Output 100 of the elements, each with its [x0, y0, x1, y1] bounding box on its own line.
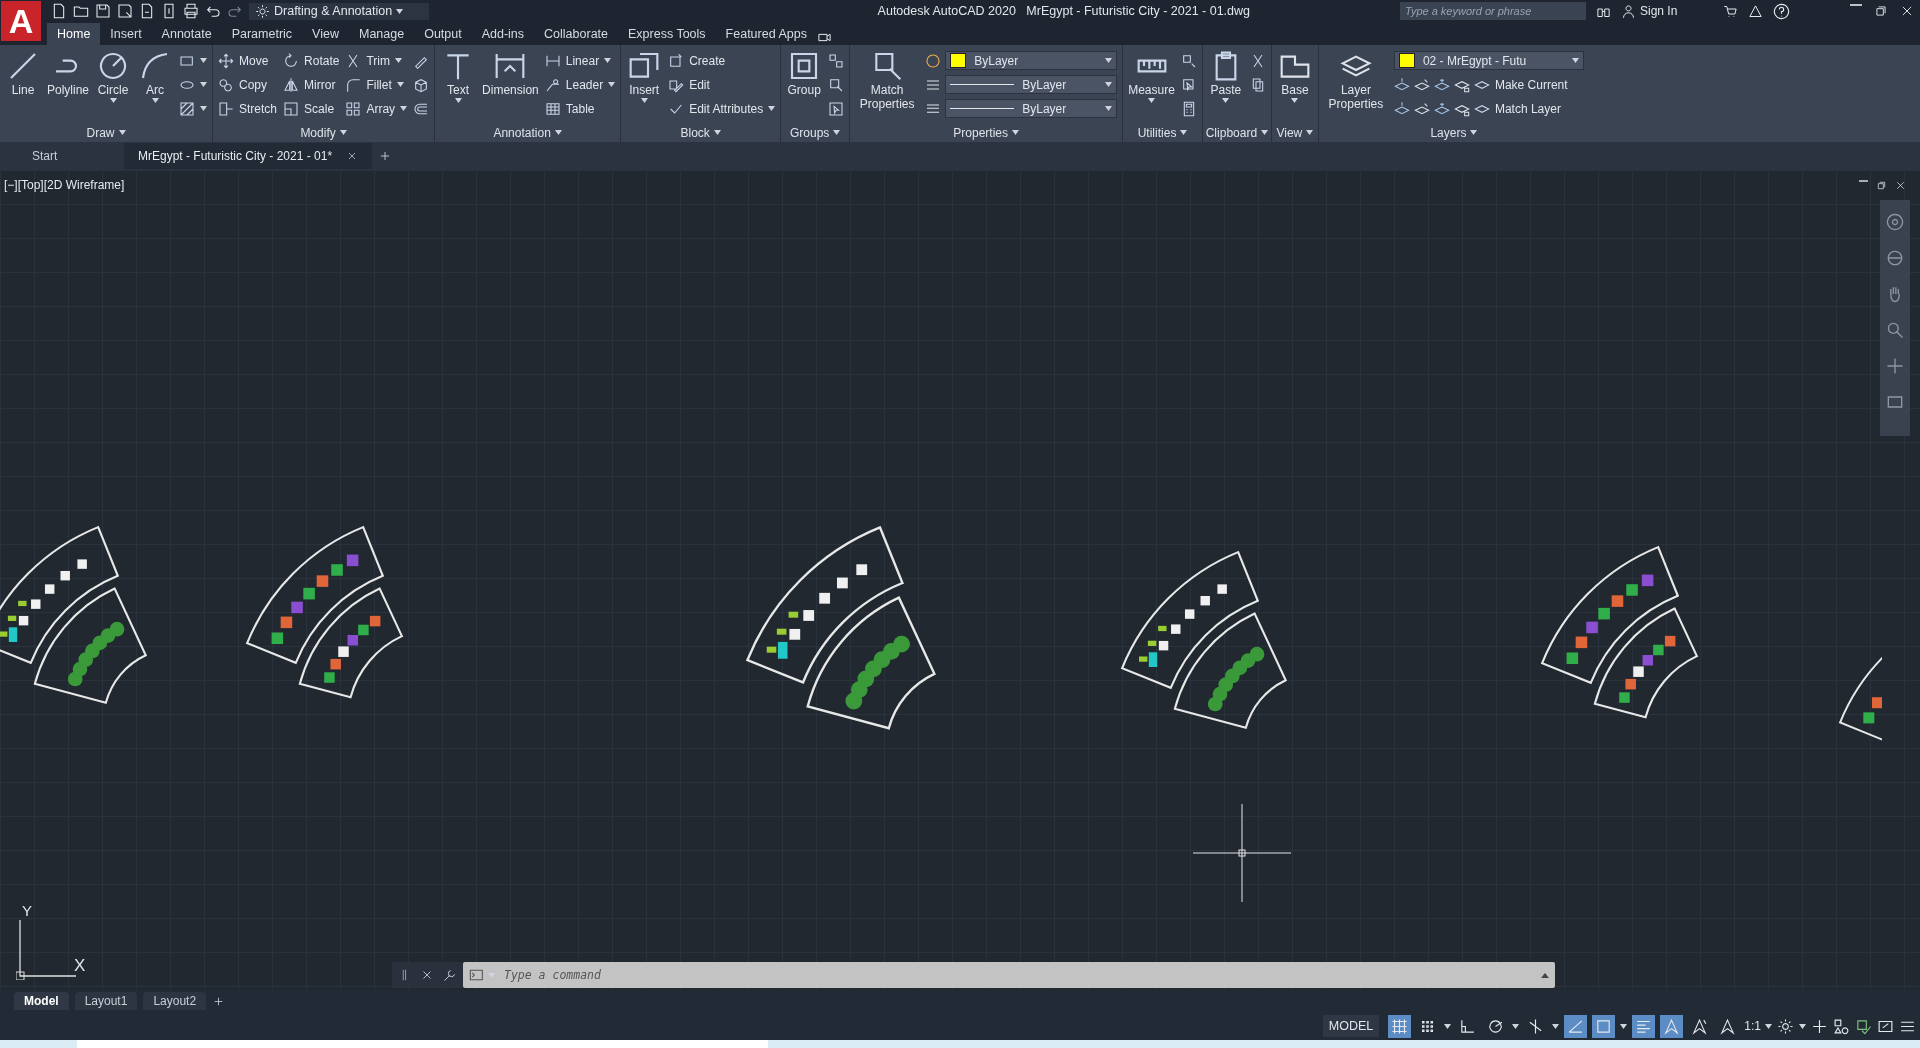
caret-icon — [1105, 58, 1113, 63]
ribbon-tool-button[interactable]: Scale — [283, 98, 340, 119]
layer-freeze-icon — [1433, 76, 1450, 93]
ribbon-tool-button[interactable]: Measure — [1128, 48, 1175, 123]
ribbon-tool-button[interactable]: Fillet — [345, 74, 408, 95]
open-folder-icon — [73, 3, 89, 19]
document-tab[interactable]: MrEgypt - Futuristic City - 2021 - 01* — [124, 143, 373, 169]
ribbon-tool-button[interactable]: Insert — [626, 48, 663, 123]
ribbon-tab[interactable]: Collaborate — [534, 23, 618, 45]
property-dropdown[interactable]: ByLayer — [945, 75, 1118, 94]
layout-tab[interactable]: Model — [14, 992, 69, 1010]
ribbon-tab[interactable]: View — [302, 23, 349, 45]
ribbon-tab[interactable]: Annotate — [151, 23, 222, 45]
ribbon-tab[interactable]: Home — [47, 23, 101, 45]
app-logo[interactable]: A — [1, 1, 41, 41]
ribbon-tool-button[interactable]: Array — [345, 98, 408, 119]
panel-title[interactable]: Properties — [850, 123, 1123, 142]
ribbon-tool-button[interactable]: Arc — [137, 48, 174, 123]
layout-tab[interactable]: Layout2 — [143, 992, 207, 1010]
panel-title[interactable]: Layers — [1318, 123, 1589, 142]
ribbon-tool-button[interactable]: Group — [786, 48, 823, 123]
copy-icon — [218, 76, 235, 93]
ribbon-tab[interactable]: Manage — [348, 23, 415, 45]
property-dropdown[interactable]: ByLayer — [945, 99, 1118, 118]
caret-icon — [604, 58, 612, 63]
panel-title[interactable]: Annotation — [435, 123, 621, 142]
caret-icon — [454, 98, 462, 103]
property-dropdown[interactable]: 02 - MrEgypt - Futu — [1393, 51, 1584, 70]
status-toggle[interactable] — [1592, 1014, 1616, 1038]
ribbon-tool-button[interactable]: Leader — [544, 74, 616, 95]
caret-icon — [1012, 130, 1020, 135]
ribbon-tool-button[interactable]: Move — [218, 50, 278, 71]
panel-title[interactable]: Utilities — [1123, 123, 1202, 142]
ribbon-tool-button[interactable]: Copy — [218, 74, 278, 95]
grid-icon — [1391, 1017, 1409, 1035]
ribbon-tool-button[interactable]: Polyline — [47, 48, 90, 123]
command-input[interactable]: Type a command — [498, 968, 1538, 982]
search-field[interactable]: Type a keyword or phrase — [1400, 2, 1586, 20]
steering-wheel-icon — [1885, 212, 1905, 232]
layout-tab[interactable]: Layout1 — [74, 992, 138, 1010]
rotate-icon — [283, 52, 300, 69]
panel-title[interactable]: Draw — [0, 123, 213, 142]
ribbon-tool-button[interactable]: Line — [5, 48, 41, 123]
restore-icon — [1874, 4, 1888, 18]
caret-icon — [109, 98, 117, 103]
user-icon — [1621, 3, 1636, 19]
ribbon-tab[interactable]: Output — [414, 23, 472, 45]
status-toggle[interactable] — [1388, 1014, 1412, 1038]
panel-title[interactable]: Block — [621, 123, 781, 142]
caret-icon — [833, 130, 841, 135]
axis-label: X — [74, 956, 86, 976]
ribbon-tool-button[interactable]: Create — [668, 50, 776, 71]
panel-title[interactable]: View — [1271, 123, 1318, 142]
ribbon-tab[interactable]: Express Tools — [618, 23, 716, 45]
ribbon-tool-button[interactable]: Make Current — [1473, 74, 1568, 95]
ribbon-tool-button[interactable]: Paste — [1207, 48, 1244, 123]
ribbon-tab[interactable]: Featured Apps — [715, 23, 817, 45]
status-toggle[interactable] — [1564, 1014, 1588, 1038]
ribbon-tool-button[interactable]: Circle — [95, 48, 132, 123]
model-space-button[interactable]: MODEL — [1322, 1015, 1380, 1037]
ribbon-tool-button[interactable]: Trim — [345, 50, 408, 71]
panel-title[interactable]: Clipboard — [1202, 123, 1271, 142]
ribbon-tool-button[interactable]: Match Layer — [1473, 98, 1561, 119]
ribbon-tool-button[interactable]: Edit Attributes — [668, 98, 776, 119]
caret-icon — [394, 58, 402, 63]
ribbon-tool-button[interactable]: Rotate — [283, 50, 340, 71]
command-prompt-icon — [469, 967, 485, 983]
panel-title[interactable]: Groups — [781, 123, 850, 142]
ribbon-tool-button[interactable]: Table — [544, 98, 616, 119]
ribbon-tool-button[interactable]: Text — [440, 48, 477, 123]
annotation-visibility-icon — [1663, 1017, 1681, 1035]
ribbon-tool-button[interactable]: Layer Properties — [1323, 48, 1388, 123]
caret-icon — [396, 8, 404, 14]
ribbon-tool-button[interactable]: Base — [1276, 48, 1313, 123]
ribbon-tab[interactable]: Add-ins — [471, 23, 535, 45]
annotation-scale-dropdown[interactable]: 1:1 — [1744, 1019, 1772, 1033]
ribbon-tool-button[interactable]: Stretch — [218, 98, 278, 119]
command-line-bar[interactable]: Type a command — [463, 962, 1555, 988]
ribbon-tab[interactable]: Parametric — [221, 23, 303, 45]
viewport-label[interactable]: [−][Top][2D Wireframe] — [4, 178, 125, 192]
ribbon-tool-button[interactable]: Dimension — [482, 48, 539, 123]
ribbon-tool-button[interactable]: Mirror — [283, 74, 340, 95]
ribbon-tool-button[interactable]: Linear — [544, 50, 616, 71]
sign-in-button[interactable]: Sign In — [1621, 3, 1713, 19]
select-icon — [1180, 76, 1197, 93]
status-toggle[interactable] — [1660, 1014, 1684, 1038]
drawing-canvas[interactable]: [−][Top][2D Wireframe] Y X Type a command — [0, 170, 1920, 990]
caret-icon — [608, 82, 616, 87]
caret-icon — [1552, 1023, 1560, 1029]
status-toggle[interactable] — [1632, 1014, 1656, 1038]
ribbon-tool-button[interactable]: Edit — [668, 74, 776, 95]
ribbon-tool-button[interactable]: Match Properties — [855, 48, 920, 123]
caret-icon — [768, 106, 776, 111]
panel-title[interactable]: Modify — [213, 123, 435, 142]
document-tab[interactable]: Start — [18, 143, 118, 169]
caret-icon — [1620, 1023, 1628, 1029]
property-dropdown[interactable]: ByLayer — [945, 51, 1118, 70]
ribbon-tab[interactable]: Insert — [100, 23, 152, 45]
caret-icon — [339, 130, 347, 135]
workspace-dropdown[interactable]: Drafting & Annotation — [249, 2, 429, 20]
